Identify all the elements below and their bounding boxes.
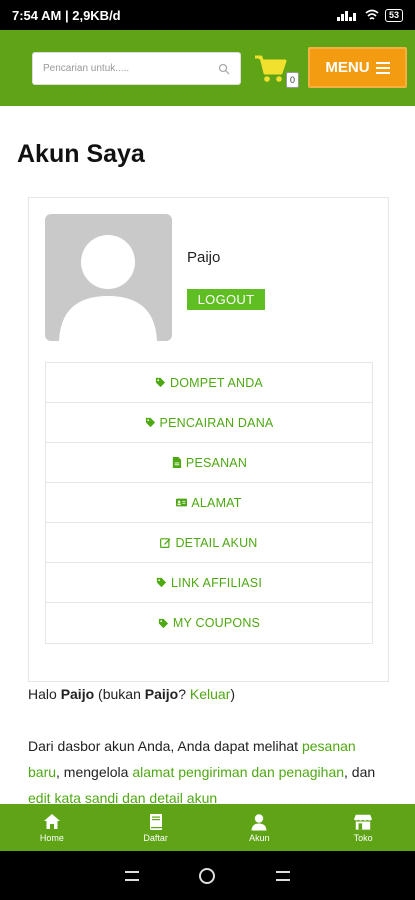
bottom-nav-home[interactable]: Home xyxy=(0,804,104,851)
avatar xyxy=(45,214,172,341)
account-nav: DOMPET ANDA PENCAIRAN DANA PESANAN ALAMA… xyxy=(45,362,373,644)
bottom-nav-label: Akun xyxy=(249,832,270,843)
home-icon xyxy=(43,813,60,829)
bottom-nav-toko[interactable]: Toko xyxy=(311,804,415,851)
greeting-middle: (bukan xyxy=(98,686,141,702)
description-part-3: , dan xyxy=(344,764,376,780)
nav-item-label: DOMPET ANDA xyxy=(170,375,263,390)
wifi-icon xyxy=(365,9,379,20)
status-time: 7:54 AM | 2,9KB/d xyxy=(12,7,121,23)
greeting-question: ? xyxy=(178,686,187,702)
account-username: Paijo xyxy=(187,249,221,266)
cart-icon xyxy=(255,55,287,82)
greeting-prefix: Halo xyxy=(28,686,57,702)
site-header: 0 MENU xyxy=(0,30,415,106)
bottom-nav-akun[interactable]: Akun xyxy=(208,804,312,851)
menu-label: MENU xyxy=(325,59,370,76)
signal-icon xyxy=(336,11,356,21)
android-navigation-bar xyxy=(0,851,415,900)
keluar-link[interactable]: Keluar xyxy=(190,686,230,702)
user-icon xyxy=(251,813,267,830)
edit-icon xyxy=(160,538,171,548)
bottom-nav-label: Home xyxy=(39,832,64,843)
status-icons: 53 xyxy=(336,8,403,22)
search-box[interactable] xyxy=(32,52,241,85)
tag-icon xyxy=(158,618,168,628)
alamat-link[interactable]: alamat pengiriman dan penagihan xyxy=(132,764,344,780)
nav-item-label: ALAMAT xyxy=(191,495,242,510)
page-title: Akun Saya xyxy=(17,140,145,168)
tag-icon xyxy=(145,417,155,428)
battery-icon: 53 xyxy=(384,8,403,22)
nav-item-pencairan[interactable]: PENCAIRAN DANA xyxy=(46,403,372,443)
description-part-1: Dari dasbor akun Anda, Anda dapat meliha… xyxy=(28,738,299,754)
hamburger-icon xyxy=(375,61,390,74)
status-bar: 7:54 AM | 2,9KB/d 53 xyxy=(0,0,415,30)
nav-item-detail-akun[interactable]: DETAIL AKUN xyxy=(46,523,372,563)
bottom-nav-daftar[interactable]: Daftar xyxy=(104,804,208,851)
bottom-nav: Home Daftar Akun Toko xyxy=(0,804,415,851)
nav-item-alamat[interactable]: ALAMAT xyxy=(46,483,372,523)
nav-item-pesanan[interactable]: PESANAN xyxy=(46,443,372,483)
nav-item-label: PENCAIRAN DANA xyxy=(159,415,274,430)
nav-item-my-coupons[interactable]: MY COUPONS xyxy=(46,603,372,643)
menu-button[interactable]: MENU xyxy=(308,47,407,88)
nav-item-label: PESANAN xyxy=(185,455,248,470)
greeting-suffix: ) xyxy=(230,686,236,702)
nav-item-label: MY COUPONS xyxy=(172,616,261,630)
address-card-icon xyxy=(176,498,188,507)
recent-apps-button[interactable] xyxy=(125,870,140,881)
account-card: Paijo LOGOUT DOMPET ANDA PENCAIRAN DANA … xyxy=(28,197,389,682)
dashboard-description: Dari dasbor akun Anda, Anda dapat meliha… xyxy=(28,733,388,811)
cart-count-badge: 0 xyxy=(286,72,299,88)
search-icon[interactable] xyxy=(218,63,230,75)
bottom-nav-label: Toko xyxy=(353,832,373,843)
greeting-name-2: Paijo xyxy=(144,686,179,702)
nav-item-label: LINK AFFILIASI xyxy=(170,575,263,590)
user-silhouette-icon xyxy=(59,235,157,341)
book-icon xyxy=(149,813,162,830)
back-button[interactable] xyxy=(275,870,290,881)
nav-item-dompet[interactable]: DOMPET ANDA xyxy=(46,363,372,403)
nav-item-link-affiliasi[interactable]: LINK AFFILIASI xyxy=(46,563,372,603)
tag-icon xyxy=(156,577,167,588)
nav-item-label: DETAIL AKUN xyxy=(175,535,258,550)
greeting-text: Halo Paijo (bukan Paijo? Keluar) xyxy=(28,686,235,702)
cart-button[interactable]: 0 xyxy=(254,54,299,90)
bottom-nav-label: Daftar xyxy=(143,832,168,843)
home-button[interactable] xyxy=(199,867,216,884)
description-part-2: , mengelola xyxy=(56,764,129,780)
tag-icon xyxy=(155,377,166,388)
search-input[interactable] xyxy=(43,63,218,74)
store-icon xyxy=(354,814,373,830)
logout-button[interactable]: LOGOUT xyxy=(187,289,265,310)
greeting-name: Paijo xyxy=(60,686,95,702)
file-icon xyxy=(172,457,182,468)
